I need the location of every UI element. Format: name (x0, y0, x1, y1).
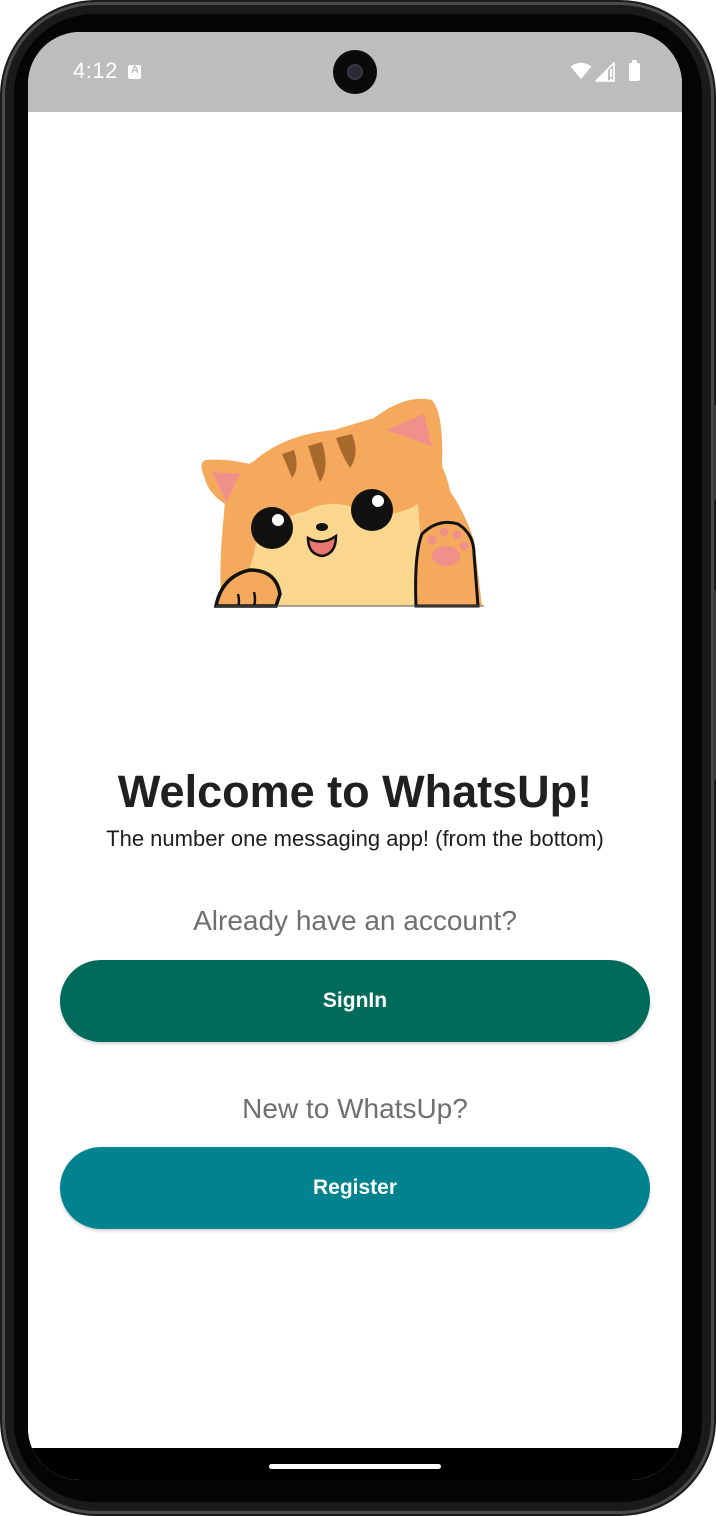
cat-nose (316, 523, 328, 531)
navigation-bar (28, 1448, 682, 1480)
status-bar: 4:12 A (28, 32, 682, 112)
welcome-subtitle: The number one messaging app! (from the … (106, 826, 604, 851)
signin-button[interactable]: SignIn (60, 960, 650, 1042)
register-button[interactable]: Register (60, 1147, 650, 1229)
wifi-icon (570, 62, 592, 79)
waving-cat-illustration (201, 398, 484, 608)
camera-lens (347, 64, 363, 80)
home-indicator[interactable] (269, 1464, 441, 1469)
welcome-title: Welcome to WhatsUp! (117, 766, 593, 817)
signin-button-label: SignIn (322, 989, 388, 1012)
paw-pad (432, 546, 460, 566)
phone-frame: 4:12 A Welcome to WhatsUp! The number on… (0, 0, 716, 1516)
signin-prompt: Already have an account? (193, 905, 517, 936)
front-camera (333, 50, 377, 94)
screen: 4:12 A Welcome to WhatsUp! The number on… (28, 32, 682, 1480)
cat-right-eye (351, 489, 393, 531)
register-button-label: Register (312, 1176, 398, 1199)
status-time: 4:12 (73, 58, 118, 83)
battery-icon (629, 60, 640, 81)
cat-left-eye (251, 507, 293, 549)
signal-icon (595, 62, 615, 82)
register-prompt: New to WhatsUp? (242, 1093, 468, 1124)
a-icon: A (128, 64, 141, 79)
welcome-screen: Welcome to WhatsUp! The number one messa… (28, 112, 682, 1448)
